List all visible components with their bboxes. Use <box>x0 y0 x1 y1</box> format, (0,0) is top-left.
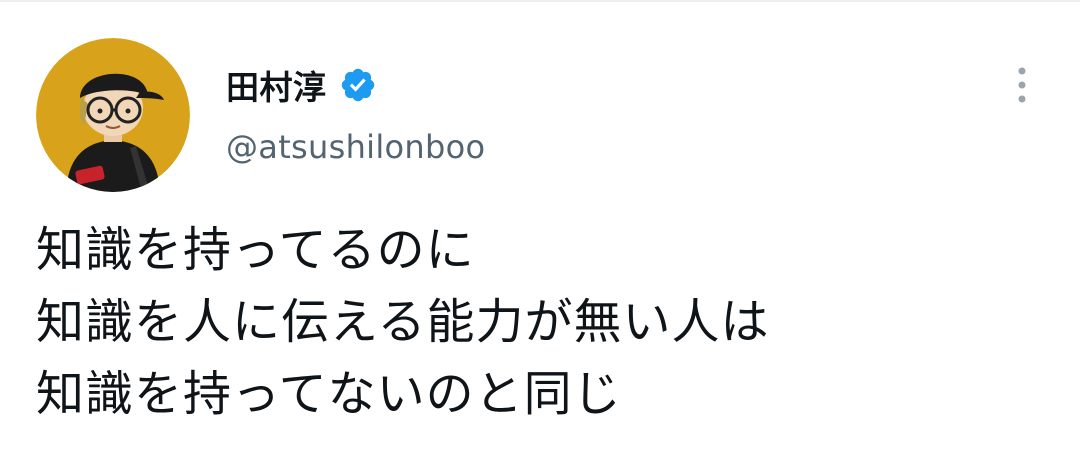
tweet-text: 知識を持ってるのに 知識を人に伝える能力が無い人は 知識を持ってないのと同じ <box>36 214 1056 430</box>
user-avatar-illustration-icon <box>36 38 190 192</box>
more-vertical-icon <box>1018 67 1026 103</box>
more-options-button[interactable] <box>1000 60 1044 110</box>
author-name-row: 田村淳 <box>226 60 377 110</box>
verified-badge-icon <box>339 66 377 104</box>
tweet-text-line-1: 知識を持ってるのに <box>36 222 475 278</box>
author-display-name[interactable]: 田村淳 <box>226 61 327 109</box>
tweet-text-line-3: 知識を持ってないのと同じ <box>36 366 622 422</box>
author-handle[interactable]: @atsushilonboo <box>226 128 485 166</box>
top-divider <box>0 0 1080 2</box>
avatar[interactable] <box>36 38 190 192</box>
tweet-text-line-2: 知識を人に伝える能力が無い人は <box>36 294 770 350</box>
tweet-card: 田村淳 @atsushilonboo 知識を持ってるのに 知識を人に伝える能力が… <box>0 0 1080 470</box>
